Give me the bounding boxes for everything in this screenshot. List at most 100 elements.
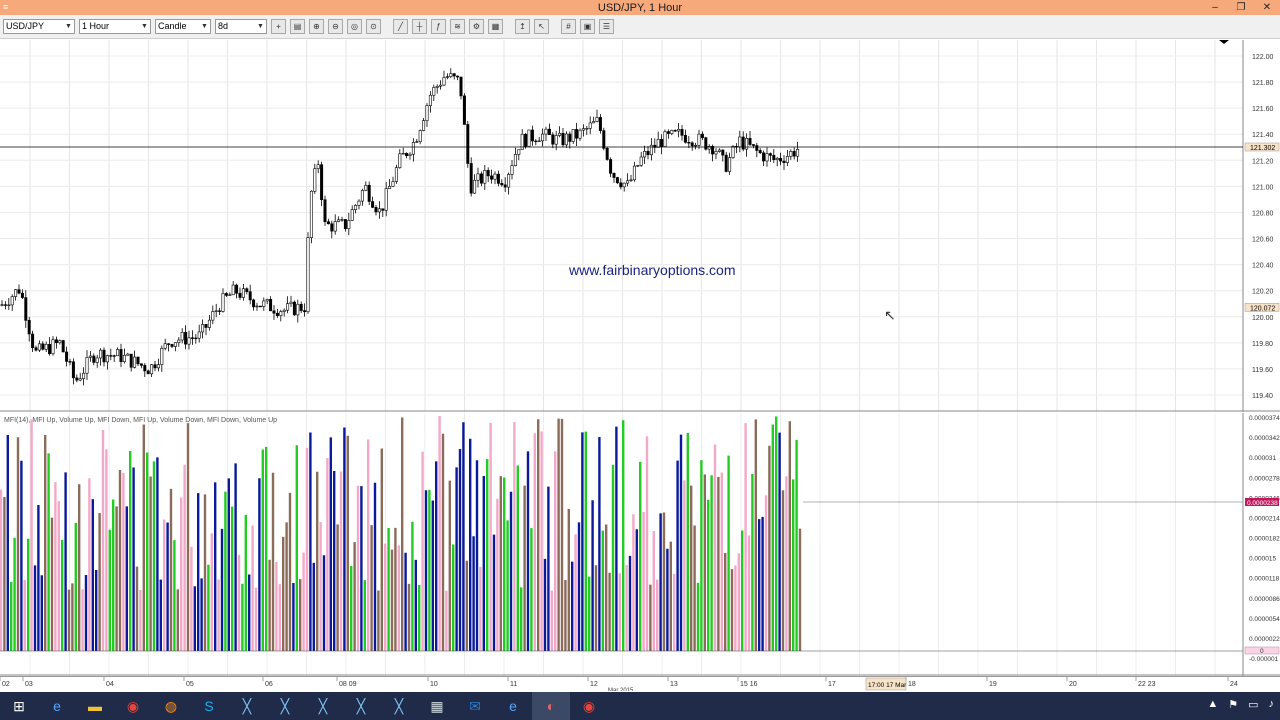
candle-body <box>792 151 796 157</box>
candle-body <box>612 173 616 178</box>
candle-body <box>636 165 640 167</box>
candle-body <box>255 305 259 308</box>
close-button[interactable]: ✕ <box>1260 1 1274 14</box>
firefox-icon[interactable]: ◍ <box>152 692 190 720</box>
candle-body <box>500 183 504 186</box>
metatrader-icon[interactable]: ╳ <box>228 692 266 720</box>
indicator-icon[interactable]: ƒ <box>431 19 446 34</box>
grid-icon[interactable]: # <box>561 19 576 34</box>
candle-body <box>204 324 208 328</box>
metatrader-icon[interactable]: ╳ <box>266 692 304 720</box>
candle-body <box>683 135 687 143</box>
candle-body <box>296 303 300 316</box>
candle-body <box>88 355 92 358</box>
candle-body <box>717 149 721 152</box>
pointer-icon[interactable]: ↖ <box>534 19 549 34</box>
chrome-icon[interactable]: ◉ <box>570 692 608 720</box>
candle-body <box>796 149 800 157</box>
metatrader-icon[interactable]: ╳ <box>342 692 380 720</box>
zoom-reset-icon[interactable]: ⊙ <box>366 19 381 34</box>
candle-body <box>772 155 776 161</box>
zoom-in-icon[interactable]: ⊕ <box>309 19 324 34</box>
candle-body <box>449 73 453 77</box>
candle-body <box>323 199 327 222</box>
candle-body <box>469 163 473 194</box>
symbol-select[interactable]: USD/JPY ▼ <box>3 19 75 34</box>
candle-body <box>320 164 324 201</box>
candle-body <box>456 75 460 78</box>
chevron-up-icon[interactable]: ▲ <box>1207 698 1218 711</box>
candle-body <box>779 158 783 162</box>
candle-body <box>452 73 456 77</box>
volume-icon[interactable]: ♪ <box>1269 698 1275 711</box>
candle-body <box>221 293 225 312</box>
candle-body <box>309 190 313 238</box>
candle-body <box>180 331 184 341</box>
draw-line-icon[interactable]: ╱ <box>393 19 408 34</box>
candle-body <box>340 219 344 221</box>
candle-body <box>496 173 500 184</box>
calculator-icon[interactable]: ▦ <box>418 692 456 720</box>
metatrader-icon[interactable]: ╳ <box>380 692 418 720</box>
candle-body <box>207 319 211 328</box>
template-icon[interactable]: ≋ <box>450 19 465 34</box>
buy-icon[interactable]: ↥ <box>515 19 530 34</box>
calculator-icon[interactable]: ▦ <box>488 19 503 34</box>
candle-body <box>626 180 630 184</box>
flag-icon[interactable]: ⚑ <box>1228 698 1238 711</box>
candle-body <box>197 331 201 339</box>
period-value: 8d <box>218 21 229 31</box>
candle-body <box>609 159 613 174</box>
mfi-indicator-pane[interactable]: 0.0000374 0.0000342 0.000031 0.0000278 0.000… <box>0 413 1280 676</box>
restore-button[interactable]: ❐ <box>1234 1 1248 14</box>
period-select[interactable]: 8d ▼ <box>215 19 267 34</box>
metatrader-icon[interactable]: ╳ <box>304 692 342 720</box>
scroll-marker-icon[interactable] <box>1219 40 1229 44</box>
candle-body <box>343 219 347 230</box>
time-tick-label: 04 <box>106 681 114 688</box>
candle-body <box>272 310 276 314</box>
price-chart[interactable]: 122.00 121.80 121.60 121.40 121.20 121.00 120.… <box>0 40 1280 412</box>
price-chart-svg[interactable]: 122.00 121.80 121.60 121.40 121.20 121.00 120.… <box>0 40 1280 412</box>
price-tick-label: 120.20 <box>1252 289 1274 296</box>
candle-body <box>279 311 283 316</box>
windows-start-icon[interactable]: ⊞ <box>0 692 38 720</box>
ie-icon[interactable]: e <box>38 692 76 720</box>
candle-body <box>44 344 48 350</box>
outlook-icon[interactable]: ✉ <box>456 692 494 720</box>
timeframe-select[interactable]: 1 Hour ▼ <box>79 19 151 34</box>
chevron-down-icon: ▼ <box>141 23 148 30</box>
chrome-icon[interactable]: ◉ <box>114 692 152 720</box>
skype-icon[interactable]: S <box>190 692 228 720</box>
candle-body <box>350 209 354 221</box>
fib-icon[interactable]: ┼ <box>412 19 427 34</box>
mfi-histogram-svg[interactable]: 0.0000374 0.0000342 0.000031 0.0000278 0.000… <box>0 413 1280 676</box>
zoom-fit-icon[interactable]: ◎ <box>347 19 362 34</box>
candle-body <box>775 158 779 161</box>
candle-body <box>789 151 793 157</box>
candle-body <box>680 128 684 136</box>
window-title: USD/JPY, 1 Hour <box>597 1 683 14</box>
crosshair-icon[interactable]: + <box>271 19 286 34</box>
app-icon[interactable]: ◐ <box>532 692 570 720</box>
ie-icon[interactable]: e <box>494 692 532 720</box>
candle-body <box>75 377 79 381</box>
minimize-button[interactable]: – <box>1208 1 1222 14</box>
candle-body <box>551 134 555 145</box>
explorer-icon[interactable]: ▬ <box>76 692 114 720</box>
time-tick-label: 15 16 <box>740 681 758 688</box>
candle-body <box>14 289 18 297</box>
network-icon[interactable]: ▭ <box>1248 698 1258 711</box>
zero-label: 0 <box>1260 648 1264 655</box>
print-icon[interactable]: ▤ <box>290 19 305 34</box>
save-icon[interactable]: ▣ <box>580 19 595 34</box>
chart-style-select[interactable]: Candle ▼ <box>155 19 211 34</box>
candle-body <box>231 284 235 296</box>
time-tick-label: 10 <box>430 681 438 688</box>
zoom-out-icon[interactable]: ⊖ <box>328 19 343 34</box>
candle-body <box>738 136 742 148</box>
properties-icon[interactable]: ☰ <box>599 19 614 34</box>
candle-body <box>660 138 664 147</box>
cursor-time-label: 17:00 17 Mar <box>868 682 907 689</box>
settings-icon[interactable]: ⚙ <box>469 19 484 34</box>
